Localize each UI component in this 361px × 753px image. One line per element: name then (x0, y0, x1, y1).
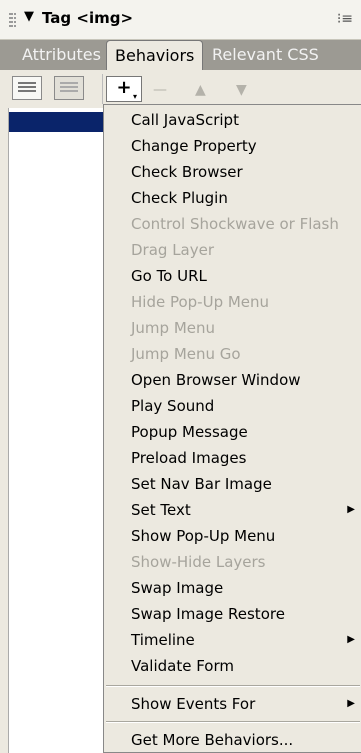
menu-separator (106, 721, 360, 723)
menu-item-label: Show Pop-Up Menu (131, 527, 276, 545)
show-events-for-item[interactable]: Show Events For ▶ (104, 691, 361, 717)
move-up-icon[interactable]: ▲ (195, 82, 206, 98)
menu-item-label: Set Text (131, 501, 191, 519)
submenu-arrow-icon: ▶ (347, 504, 355, 515)
menu-item[interactable]: Call JavaScript (104, 107, 361, 133)
tab-relevant-css[interactable]: Relevant CSS (204, 40, 327, 70)
show-all-events-button[interactable] (54, 76, 84, 100)
list-icon (18, 82, 36, 94)
menu-item[interactable]: Show Pop-Up Menu (104, 523, 361, 549)
menu-item-label: Hide Pop-Up Menu (131, 293, 270, 311)
menu-item-label: Check Plugin (131, 189, 228, 207)
menu-item[interactable]: Set Nav Bar Image (104, 471, 361, 497)
menu-item[interactable]: Check Plugin (104, 185, 361, 211)
menu-item: Control Shockwave or Flash (104, 211, 361, 237)
list-icon (60, 82, 78, 94)
tab-attributes[interactable]: Attributes (14, 40, 109, 70)
menu-item[interactable]: Swap Image Restore (104, 601, 361, 627)
panel-options-icon[interactable]: ⁝≡ (337, 11, 353, 27)
collapse-triangle-icon[interactable]: ▼ (24, 9, 34, 24)
menu-item-label: Control Shockwave or Flash (131, 215, 339, 233)
menu-item-label: Swap Image (131, 579, 224, 597)
menu-item-label: Show Events For (131, 695, 256, 713)
behaviors-menu: Call JavaScript Change Property Check Br… (103, 104, 361, 753)
panel-title: Tag <img> (42, 9, 134, 27)
menu-item-label: Timeline (131, 631, 195, 649)
menu-item-label: Jump Menu Go (131, 345, 241, 363)
menu-item-label: Drag Layer (131, 241, 215, 259)
selected-row[interactable] (9, 112, 104, 132)
behavior-list[interactable] (8, 108, 104, 753)
menu-item: Drag Layer (104, 237, 361, 263)
menu-item[interactable]: Set Text ▶ (104, 497, 361, 523)
menu-item: Show-Hide Layers (104, 549, 361, 575)
menu-item-label: Open Browser Window (131, 371, 301, 389)
menu-item[interactable]: Preload Images (104, 445, 361, 471)
panel-tabs: Attributes Behaviors Relevant CSS (0, 40, 361, 71)
menu-item: Hide Pop-Up Menu (104, 289, 361, 315)
menu-item[interactable]: Play Sound (104, 393, 361, 419)
menu-item-label: Swap Image Restore (131, 605, 285, 623)
menu-item-label: Call JavaScript (131, 111, 239, 129)
menu-item-label: Get More Behaviors... (131, 731, 294, 749)
menu-item[interactable]: Swap Image (104, 575, 361, 601)
menu-item-label: Set Nav Bar Image (131, 475, 272, 493)
menu-item[interactable]: Popup Message (104, 419, 361, 445)
menu-item-label: Popup Message (131, 423, 248, 441)
menu-item-label: Play Sound (131, 397, 215, 415)
menu-item-label: Preload Images (131, 449, 247, 467)
remove-behavior-icon[interactable]: — (153, 82, 167, 98)
menu-item[interactable]: Change Property (104, 133, 361, 159)
menu-item-label: Validate Form (131, 657, 235, 675)
plus-icon: + (116, 77, 132, 98)
menu-item[interactable]: Go To URL (104, 263, 361, 289)
menu-item-label: Jump Menu (131, 319, 216, 337)
menu-item-label: Go To URL (131, 267, 207, 285)
menu-item: Jump Menu Go (104, 341, 361, 367)
menu-item: Jump Menu (104, 315, 361, 341)
menu-item-label: Change Property (131, 137, 257, 155)
submenu-arrow-icon: ▶ (347, 698, 355, 709)
menu-separator (106, 685, 360, 687)
menu-item[interactable]: Check Browser (104, 159, 361, 185)
menu-item[interactable]: Timeline ▶ (104, 627, 361, 653)
move-down-icon[interactable]: ▼ (236, 82, 247, 98)
menu-item-label: Check Browser (131, 163, 243, 181)
toolbar-divider (102, 74, 103, 104)
tab-behaviors[interactable]: Behaviors (106, 40, 204, 71)
panel-title-bar[interactable]: ▼ Tag <img> ⁝≡ (0, 0, 361, 40)
gripper-icon[interactable] (9, 13, 16, 29)
get-more-behaviors-item[interactable]: Get More Behaviors... (104, 727, 361, 753)
menu-item[interactable]: Validate Form (104, 653, 361, 679)
add-behavior-button[interactable]: + ▾ (106, 76, 142, 102)
submenu-arrow-icon: ▶ (347, 634, 355, 645)
behaviors-toolbar: + ▾ — ▲ ▼ (0, 70, 361, 108)
show-set-events-button[interactable] (12, 76, 42, 100)
menu-item-label: Show-Hide Layers (131, 553, 266, 571)
dropdown-arrow-icon: ▾ (132, 92, 137, 101)
menu-item[interactable]: Open Browser Window (104, 367, 361, 393)
